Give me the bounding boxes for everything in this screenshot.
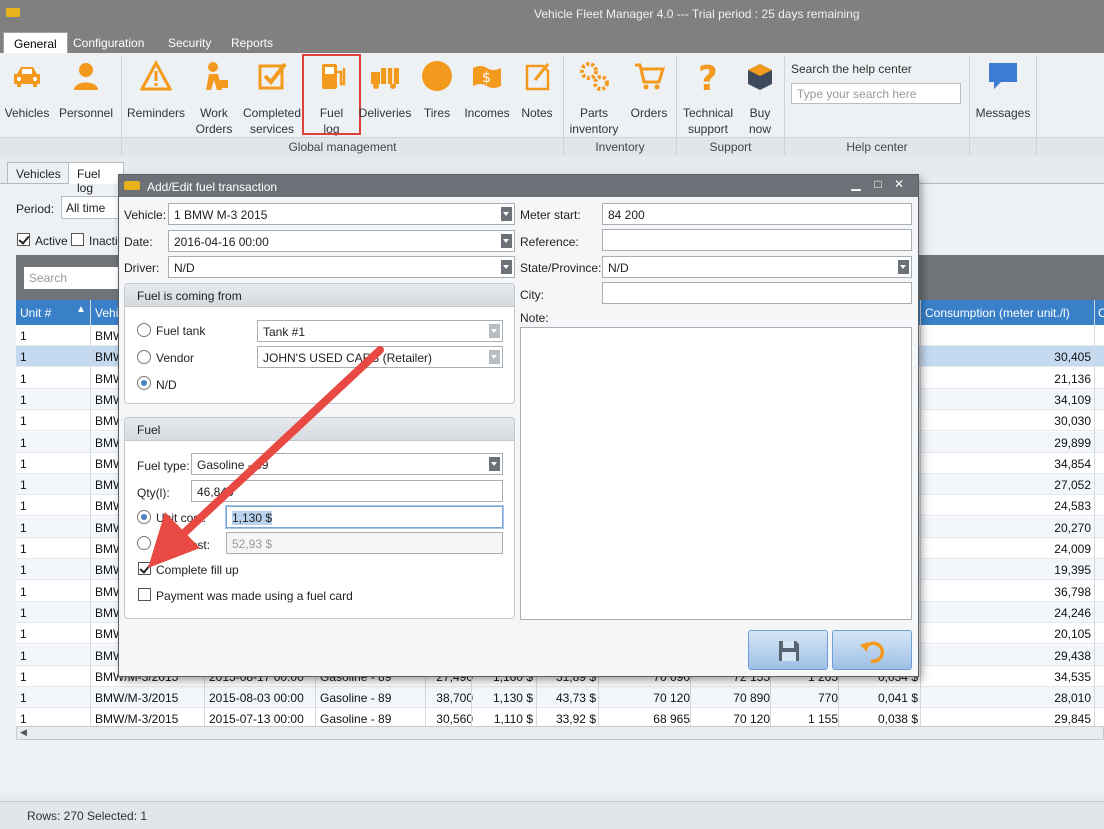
- annotation-arrow: [148, 346, 384, 568]
